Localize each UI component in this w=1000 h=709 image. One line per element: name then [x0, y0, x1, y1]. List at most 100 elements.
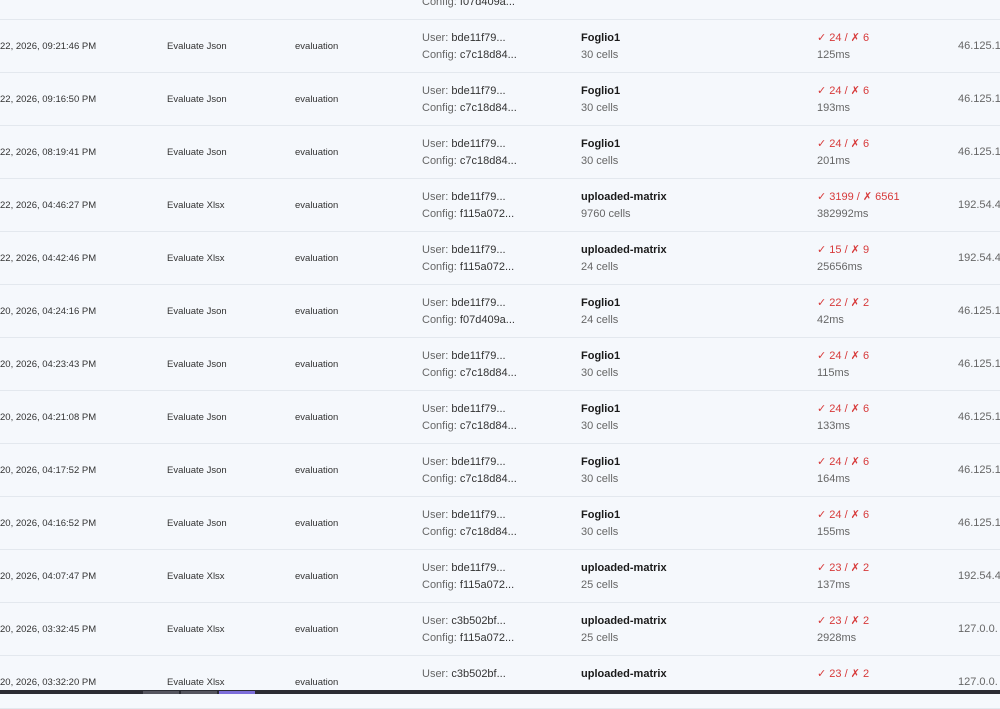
table-row[interactable]: 22, 2026, 04:42:46 PM Evaluate Xlsx eval… [0, 232, 1000, 285]
user-id: bde11f79... [451, 562, 506, 574]
action-cell: Evaluate Json [167, 465, 227, 476]
timestamp-cell: 20, 2026, 04:24:16 PM [0, 306, 97, 317]
pass-fail-score: ✓ 22 / ✗ 2 [817, 297, 870, 309]
pass-fail-score: ✓ 24 / ✗ 6 [817, 350, 870, 362]
user-line: User: bde11f79... [422, 30, 517, 47]
event-type-cell: evaluation [295, 624, 339, 635]
sheet-cell: uploaded-matrix 25 cells [581, 560, 667, 594]
sheet-cell: Foglio1 30 cells [581, 30, 620, 64]
table-row[interactable]: 20, 2026, 04:21:08 PM Evaluate Json eval… [0, 391, 1000, 444]
user-id: bde11f79... [451, 32, 506, 44]
result-cell: ✓ 24 / ✗ 6 125ms [817, 30, 869, 64]
table-row[interactable]: 20, 2026, 04:07:47 PM Evaluate Xlsx eval… [0, 550, 1000, 603]
duration: 155ms [817, 526, 851, 538]
config-label: Config: [422, 632, 460, 644]
user-label: User: [422, 615, 452, 627]
config-line: Config: c7c18d84... [422, 365, 517, 382]
table-row[interactable]: 20, 2026, 03:32:45 PM Evaluate Xlsx eval… [0, 603, 1000, 656]
config-label: Config: [422, 579, 460, 591]
user-line: User: bde11f79... [422, 560, 514, 577]
ids-cell: User: bde11f79... Config: c7c18d84... [422, 30, 517, 64]
user-id: bde11f79... [451, 138, 506, 150]
event-type-cell: evaluation [295, 253, 339, 264]
ip-address-cell: 46.125.1 [958, 40, 1000, 52]
config-id: f115a072... [459, 579, 515, 591]
user-line: User: bde11f79... [422, 189, 514, 206]
table-row[interactable]: 22, 2026, 09:16:50 PM Evaluate Json eval… [0, 73, 1000, 126]
sheet-name: Foglio1 [581, 32, 621, 44]
user-label: User: [422, 350, 452, 362]
event-type-cell: evaluation [295, 412, 339, 423]
event-type-cell: evaluation [295, 518, 339, 529]
sheet-cell: Foglio1 30 cells [581, 136, 620, 170]
action-cell: Evaluate Json [167, 518, 227, 529]
config-line: Config: c7c18d84... [422, 524, 517, 541]
ip-address-cell: 46.125.1 [958, 411, 1000, 423]
sheet-name: Foglio1 [581, 85, 621, 97]
config-label: Config: [422, 526, 460, 538]
table-row[interactable]: 22, 2026, 08:19:41 PM Evaluate Json eval… [0, 126, 1000, 179]
ip-address-cell: 127.0.0. [958, 676, 998, 688]
config-id: f07d409a... [459, 314, 515, 326]
duration: 2928ms [817, 632, 857, 644]
user-label: User: [422, 668, 452, 680]
user-label: User: [422, 403, 452, 415]
timestamp-cell: 22, 2026, 04:42:46 PM [0, 253, 97, 264]
user-id: bde11f79... [451, 509, 506, 521]
sheet-cell: Foglio1 30 cells [581, 454, 620, 488]
user-id: bde11f79... [451, 191, 506, 203]
table-row[interactable]: 22, 2026, 09:21:46 PM Evaluate Json eval… [0, 20, 1000, 73]
cell-count: 9760 cells [581, 208, 631, 220]
table-row[interactable]: 20, 2026, 04:17:52 PM Evaluate Json eval… [0, 444, 1000, 497]
table-row[interactable]: 20, 2026, 04:16:52 PM Evaluate Json eval… [0, 497, 1000, 550]
pass-fail-score: ✓ 15 / ✗ 9 [817, 244, 870, 256]
user-id: bde11f79... [451, 297, 506, 309]
duration: 125ms [817, 49, 851, 61]
event-type-cell: evaluation [295, 147, 339, 158]
event-type-cell: evaluation [295, 677, 339, 688]
pass-fail-score: ✓ 23 / ✗ 2 [817, 668, 870, 680]
sheet-name: uploaded-matrix [581, 668, 667, 680]
cell-count: 30 cells [581, 49, 619, 61]
table-row[interactable]: 20, 2026, 03:32:20 PM Evaluate Xlsx eval… [0, 656, 1000, 709]
user-id: bde11f79... [451, 403, 506, 415]
table-row[interactable]: 22, 2026, 04:46:27 PM Evaluate Xlsx eval… [0, 179, 1000, 232]
sheet-name: Foglio1 [581, 509, 621, 521]
table-row[interactable]: User: Config: f07d409a... 24 cells 160ms [0, 0, 1000, 20]
result-cell: ✓ 15 / ✗ 9 25656ms [817, 242, 869, 276]
action-cell: Evaluate Xlsx [167, 253, 225, 264]
config-label: Config: [422, 420, 460, 432]
table-row[interactable]: 20, 2026, 04:24:16 PM Evaluate Json eval… [0, 285, 1000, 338]
duration: 164ms [817, 473, 851, 485]
user-line: User: bde11f79... [422, 83, 517, 100]
result-cell: ✓ 23 / ✗ 2 [817, 666, 869, 683]
timestamp-cell: 20, 2026, 03:32:20 PM [0, 677, 97, 688]
user-label: User: [422, 32, 452, 44]
action-cell: Evaluate Json [167, 147, 227, 158]
action-cell: Evaluate Json [167, 306, 227, 317]
table-row[interactable]: 20, 2026, 04:23:43 PM Evaluate Json eval… [0, 338, 1000, 391]
action-cell: Evaluate Json [167, 359, 227, 370]
ip-address-cell: 192.54.4 [958, 570, 1000, 582]
timestamp-cell: 20, 2026, 04:21:08 PM [0, 412, 97, 423]
config-id: f115a072... [459, 208, 515, 220]
cell-count: 30 cells [581, 155, 619, 167]
taskbar [0, 690, 1000, 694]
timestamp-cell: 20, 2026, 04:17:52 PM [0, 465, 97, 476]
result-cell: ✓ 24 / ✗ 6 201ms [817, 136, 869, 170]
config-id: c7c18d84... [459, 155, 517, 167]
sheet-cell: Foglio1 30 cells [581, 401, 620, 435]
result-cell: ✓ 24 / ✗ 6 155ms [817, 507, 869, 541]
action-cell: Evaluate Json [167, 41, 227, 52]
cell-count: 24 cells [581, 314, 619, 326]
ids-cell: User: bde11f79... Config: c7c18d84... [422, 401, 517, 435]
action-cell: Evaluate Json [167, 412, 227, 423]
sheet-cell: Foglio1 24 cells [581, 295, 620, 329]
result-cell: ✓ 23 / ✗ 2 137ms [817, 560, 869, 594]
user-label: User: [422, 138, 452, 150]
cell-count: 30 cells [581, 420, 619, 432]
event-type-cell: evaluation [295, 571, 339, 582]
timestamp-cell: 20, 2026, 04:07:47 PM [0, 571, 97, 582]
duration: 201ms [817, 155, 851, 167]
ip-address-cell: 192.54.4 [958, 199, 1000, 211]
